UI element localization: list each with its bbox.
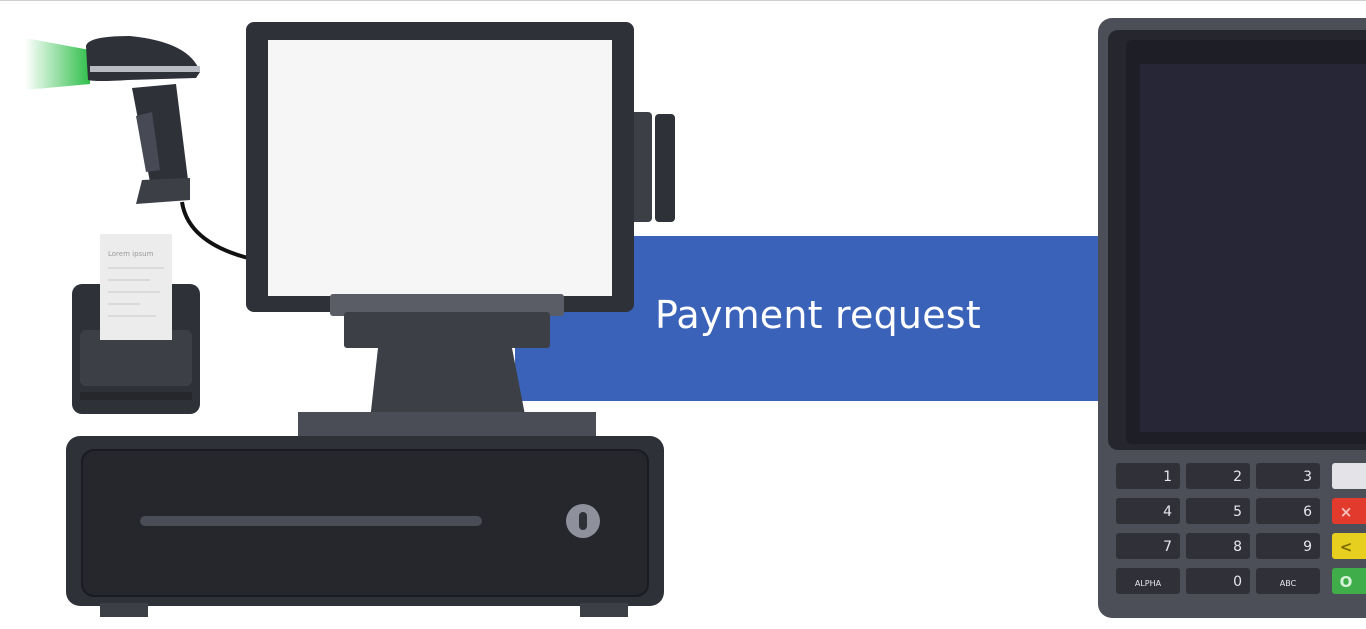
clear-key[interactable]: < <box>1332 533 1366 559</box>
enter-key[interactable]: O <box>1332 568 1366 594</box>
keypad-key-label: 4 <box>1163 504 1172 520</box>
keypad-key[interactable]: 7 <box>1116 533 1180 559</box>
keypad-key[interactable]: 0 <box>1186 568 1250 594</box>
keypad-key-label: 1 <box>1163 469 1172 485</box>
receipt-printer-icon: Lorem ipsum <box>72 234 200 414</box>
keypad-key[interactable]: 1 <box>1116 463 1180 489</box>
keypad-key[interactable]: 6 <box>1256 498 1320 524</box>
keypad-key-label: 0 <box>1233 574 1242 590</box>
payment-request-label: Payment request <box>655 293 981 337</box>
keypad-key-label: ABC <box>1280 579 1297 588</box>
keypad-key[interactable]: 3 <box>1256 463 1320 489</box>
keypad-key-label: 2 <box>1233 469 1242 485</box>
terminal-screen <box>1140 64 1366 432</box>
keypad-key[interactable]: 2 <box>1186 463 1250 489</box>
enter-key-symbol: O <box>1340 573 1353 591</box>
pos-payment-diagram: Lorem ipsum 1 2 3 4 5 6 7 8 9 ALPHA 0 ABC <box>0 0 1366 625</box>
keypad-key[interactable]: ABC <box>1256 568 1320 594</box>
keypad-key-label: 5 <box>1233 504 1242 520</box>
keypad-key[interactable]: 9 <box>1256 533 1320 559</box>
cancel-key-symbol: × <box>1340 503 1353 521</box>
keypad-key[interactable]: 4 <box>1116 498 1180 524</box>
keypad-key[interactable]: 8 <box>1186 533 1250 559</box>
barcode-scanner-icon <box>25 36 249 260</box>
keypad-key-label: 7 <box>1163 539 1172 555</box>
keypad-key-label: 8 <box>1233 539 1242 555</box>
blank-key[interactable] <box>1332 463 1366 489</box>
keypad-key[interactable]: ALPHA <box>1116 568 1180 594</box>
keypad-key-label: 3 <box>1303 469 1312 485</box>
keypad-key-label: ALPHA <box>1135 579 1162 588</box>
cancel-key[interactable]: × <box>1332 498 1366 524</box>
keypad-key-label: 6 <box>1303 504 1312 520</box>
clear-key-symbol: < <box>1340 538 1353 556</box>
cash-drawer-icon <box>66 436 664 617</box>
monitor-screen <box>268 40 612 296</box>
keypad-key[interactable]: 5 <box>1186 498 1250 524</box>
receipt-paper: Lorem ipsum <box>100 234 172 340</box>
payment-terminal-icon: 1 2 3 4 5 6 7 8 9 ALPHA 0 ABC × < O <box>1098 18 1366 618</box>
receipt-title: Lorem ipsum <box>108 250 154 258</box>
keypad-key-label: 9 <box>1303 539 1312 555</box>
